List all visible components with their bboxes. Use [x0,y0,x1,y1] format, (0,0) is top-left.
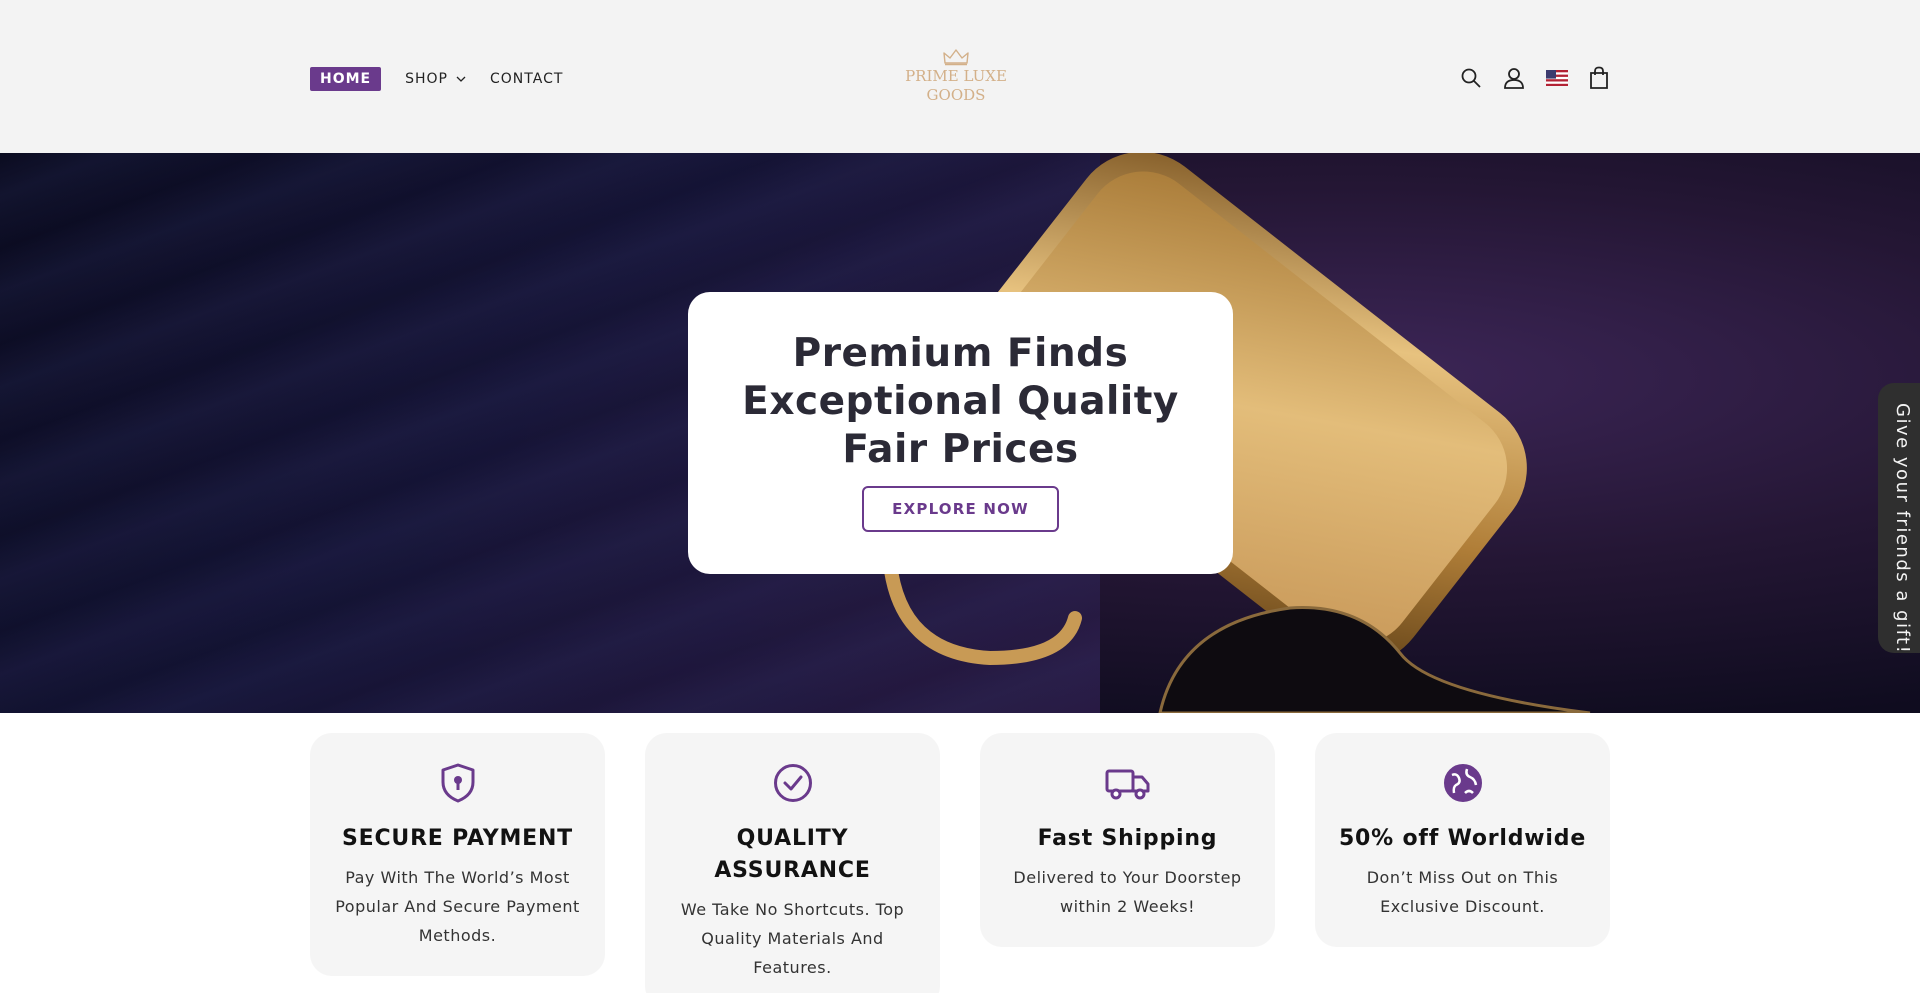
feature-card-fast-shipping: Fast Shipping Delivered to Your Doorstep… [980,733,1275,947]
feature-title: 50% off Worldwide [1338,826,1587,851]
globe-icon [1443,764,1482,802]
crown-icon [943,49,969,66]
header-icons [1460,66,1610,90]
feature-description: Don’t Miss Out on This Exclusive Discoun… [1366,868,1559,916]
hero-title-line3: Fair Prices [842,427,1079,472]
site-logo[interactable]: PRIME LUXE GOODS [900,48,1012,104]
feature-card-quality-assurance: QUALITY ASSURANCE We Take No Shortcuts. … [645,733,940,993]
main-nav: HOME SHOP CONTACT [310,67,563,91]
nav-home-link[interactable]: HOME [310,67,382,91]
feature-card-secure-payment: SECURE PAYMENT Pay With The World’s Most… [310,733,605,976]
feature-description: We Take No Shortcuts. Top Quality Materi… [680,900,905,977]
nav-shop-dropdown[interactable]: SHOP [405,71,466,87]
nav-contact-link[interactable]: CONTACT [490,71,563,87]
feature-description: Pay With The World’s Most Popular And Se… [335,868,580,945]
logo-text-line2: GOODS [926,86,986,104]
truck-icon [1105,769,1149,800]
account-icon[interactable] [1502,66,1526,90]
shield-lock-icon [441,763,474,803]
us-flag-icon[interactable] [1546,70,1568,86]
feature-card-worldwide: 50% off Worldwide Don’t Miss Out on This… [1315,733,1610,947]
nav-shop-label: SHOP [405,71,449,87]
hero-title-line1: Premium Finds [792,331,1129,376]
chevron-down-icon [456,76,466,82]
gift-tab[interactable]: Give your friends a gift! [1878,383,1920,655]
hero-title-line2: Exceptional Quality [742,379,1179,424]
feature-description: Delivered to Your Doorstep within 2 Week… [1013,868,1242,916]
explore-now-button[interactable]: EXPLORE NOW [862,486,1059,532]
hero-banner: Premium Finds Exceptional Quality Fair P… [0,153,1920,713]
logo-text-line1: PRIME LUXE [905,67,1007,85]
hero-card: Premium Finds Exceptional Quality Fair P… [688,292,1233,574]
cart-icon[interactable] [1588,66,1610,90]
feature-title: QUALITY ASSURANCE [714,826,871,883]
feature-title: Fast Shipping [1037,826,1218,851]
search-icon[interactable] [1460,67,1482,89]
features-section: SECURE PAYMENT Pay With The World’s Most… [310,733,1610,993]
check-circle-icon [773,764,812,802]
site-header: HOME SHOP CONTACT PRIME LUXE GOODS [0,0,1920,153]
feature-title: SECURE PAYMENT [341,826,573,851]
hero-title: Premium Finds Exceptional Quality Fair P… [688,330,1233,474]
gift-tab-label: Give your friends a gift! [1892,403,1913,655]
